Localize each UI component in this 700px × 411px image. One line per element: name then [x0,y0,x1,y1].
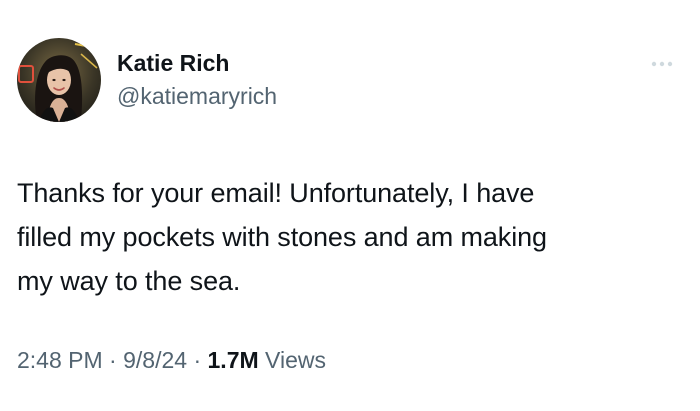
tweet-time[interactable]: 2:48 PM [17,347,103,373]
more-options-button[interactable] [644,56,680,72]
more-options-icon [651,61,673,67]
tweet-text-line: filled my pockets with stones and am mak… [17,222,547,252]
tweet-date[interactable]: 9/8/24 [123,347,187,373]
profile-photo-icon [17,38,101,122]
author-display-name[interactable]: Katie Rich [117,49,229,77]
views-label: Views [258,347,326,373]
tweet-card: Katie Rich @katiemaryrich Thanks for you… [0,0,700,411]
author-handle[interactable]: @katiemaryrich [117,82,277,110]
tweet-metadata: 2:48 PM · 9/8/24 · 1.7M Views [17,346,326,374]
tweet-text: Thanks for your email! Unfortunately, I … [17,171,687,303]
meta-separator: · [102,347,124,373]
meta-separator: · [187,347,208,373]
avatar[interactable] [17,38,101,122]
tweet-text-line: Thanks for your email! Unfortunately, I … [17,178,535,208]
tweet-text-line: my way to the sea. [17,266,241,296]
views-count: 1.7M [207,347,259,373]
